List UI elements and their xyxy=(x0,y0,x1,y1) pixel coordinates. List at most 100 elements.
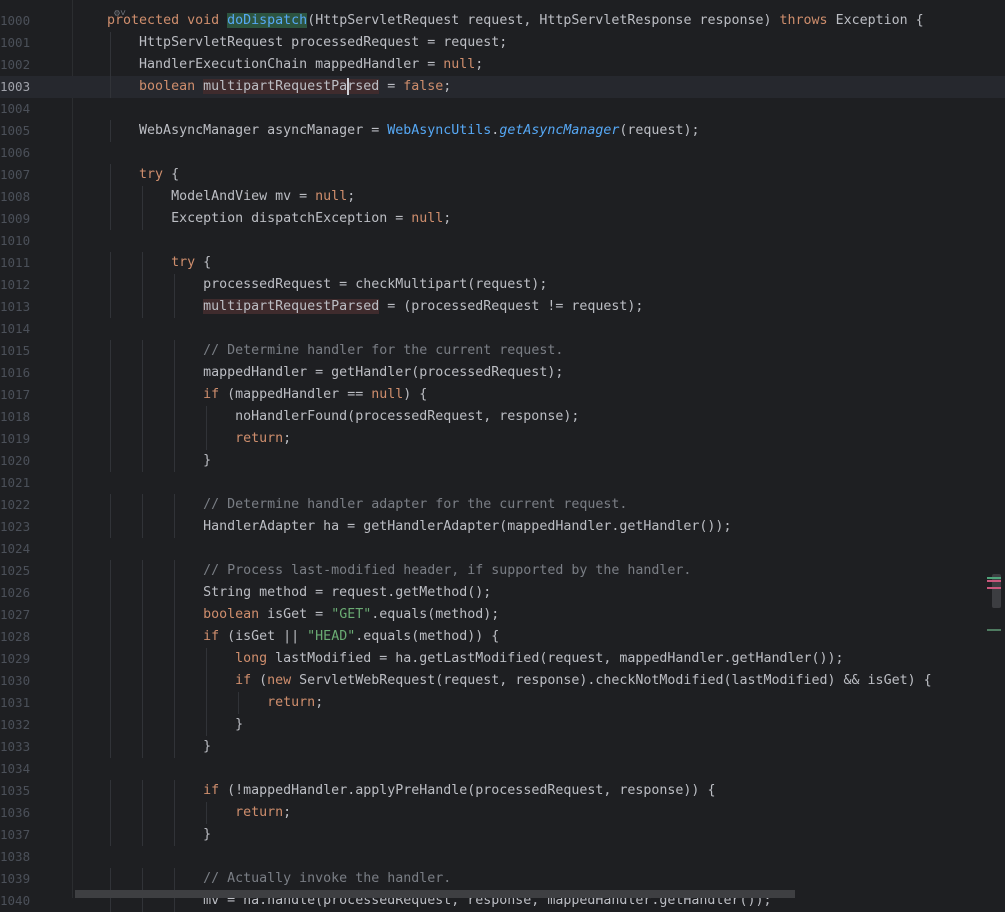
line-number[interactable]: 1010 xyxy=(0,230,40,252)
code-text[interactable]: } xyxy=(75,824,211,846)
code-line[interactable]: 1032 } xyxy=(0,714,1005,736)
code-text[interactable]: // Determine handler adapter for the cur… xyxy=(75,494,627,516)
code-text[interactable]: noHandlerFound(processedRequest, respons… xyxy=(75,406,579,428)
line-number[interactable]: 1028 xyxy=(0,626,40,648)
code-line[interactable]: 1014 xyxy=(0,318,1005,340)
line-number[interactable]: 1009 xyxy=(0,208,40,230)
code-text[interactable]: if (new ServletWebRequest(request, respo… xyxy=(75,670,932,692)
code-line[interactable]: 1039 // Actually invoke the handler. xyxy=(0,868,1005,890)
line-number[interactable]: 1006 xyxy=(0,142,40,164)
code-text[interactable]: return; xyxy=(75,692,323,714)
code-line[interactable]: 1023 HandlerAdapter ha = getHandlerAdapt… xyxy=(0,516,1005,538)
line-number[interactable]: 1007 xyxy=(0,164,40,186)
line-number[interactable]: 1016 xyxy=(0,362,40,384)
code-text[interactable]: // Actually invoke the handler. xyxy=(75,868,451,890)
line-number[interactable]: 1032 xyxy=(0,714,40,736)
code-line[interactable]: 1038 xyxy=(0,846,1005,868)
code-text[interactable]: WebAsyncManager asyncManager = WebAsyncU… xyxy=(75,120,699,142)
code-text[interactable]: multipartRequestParsed = (processedReque… xyxy=(75,296,643,318)
line-number[interactable]: 1000 xyxy=(0,10,40,32)
code-line[interactable]: 1003 boolean multipartRequestParsed = fa… xyxy=(0,76,1005,98)
code-line[interactable]: 1008 ModelAndView mv = null; xyxy=(0,186,1005,208)
code-line[interactable]: 1015 // Determine handler for the curren… xyxy=(0,340,1005,362)
line-number[interactable]: 1020 xyxy=(0,450,40,472)
code-line[interactable]: 1037 } xyxy=(0,824,1005,846)
scroll-marker-highlight[interactable] xyxy=(987,577,1001,579)
line-number[interactable]: 1018 xyxy=(0,406,40,428)
line-number[interactable]: 1034 xyxy=(0,758,40,780)
code-line[interactable]: 1021 xyxy=(0,472,1005,494)
code-line[interactable]: 1018 noHandlerFound(processedRequest, re… xyxy=(0,406,1005,428)
code-text[interactable]: protected void doDispatch(HttpServletReq… xyxy=(75,10,924,32)
line-number[interactable]: 1023 xyxy=(0,516,40,538)
code-text[interactable]: return; xyxy=(75,428,291,450)
horizontal-scrollbar[interactable] xyxy=(75,890,795,898)
line-number[interactable]: 1013 xyxy=(0,296,40,318)
code-line[interactable]: 1033 } xyxy=(0,736,1005,758)
line-number[interactable]: 1022 xyxy=(0,494,40,516)
code-line[interactable]: 1026 String method = request.getMethod()… xyxy=(0,582,1005,604)
code-line[interactable]: 1036 return; xyxy=(0,802,1005,824)
code-line[interactable]: 1034 xyxy=(0,758,1005,780)
line-number[interactable]: 1017 xyxy=(0,384,40,406)
line-number[interactable]: 1026 xyxy=(0,582,40,604)
code-line[interactable]: 1009 Exception dispatchException = null; xyxy=(0,208,1005,230)
line-number[interactable]: 1005 xyxy=(0,120,40,142)
code-line[interactable]: 1005 WebAsyncManager asyncManager = WebA… xyxy=(0,120,1005,142)
line-number[interactable]: 1014 xyxy=(0,318,40,340)
code-line[interactable]: 1025 // Process last-modified header, if… xyxy=(0,560,1005,582)
line-number[interactable]: 1021 xyxy=(0,472,40,494)
line-number[interactable]: 1031 xyxy=(0,692,40,714)
code-text[interactable]: } xyxy=(75,736,211,758)
code-line[interactable]: 1016 mappedHandler = getHandler(processe… xyxy=(0,362,1005,384)
code-line[interactable]: 1007 try { xyxy=(0,164,1005,186)
code-line[interactable]: 1019 return; xyxy=(0,428,1005,450)
line-number[interactable]: 1004 xyxy=(0,98,40,120)
code-line[interactable]: 1010 xyxy=(0,230,1005,252)
code-line[interactable]: 1035 if (!mappedHandler.applyPreHandle(p… xyxy=(0,780,1005,802)
code-text[interactable]: return; xyxy=(75,802,291,824)
code-line[interactable]: 1001 HttpServletRequest processedRequest… xyxy=(0,32,1005,54)
line-number[interactable]: 1027 xyxy=(0,604,40,626)
line-number[interactable]: 1033 xyxy=(0,736,40,758)
code-line[interactable]: 1029 long lastModified = ha.getLastModif… xyxy=(0,648,1005,670)
line-number[interactable]: 1008 xyxy=(0,186,40,208)
code-editor[interactable]: ⚙˅ 1000 protected void doDispatch(HttpSe… xyxy=(0,8,1005,912)
line-number[interactable]: 1002 xyxy=(0,54,40,76)
code-text[interactable]: long lastModified = ha.getLastModified(r… xyxy=(75,648,843,670)
code-line[interactable]: 1013 multipartRequestParsed = (processed… xyxy=(0,296,1005,318)
line-number[interactable]: 1037 xyxy=(0,824,40,846)
line-number[interactable]: 1003 xyxy=(0,76,40,98)
code-text[interactable]: processedRequest = checkMultipart(reques… xyxy=(75,274,547,296)
code-text[interactable]: ModelAndView mv = null; xyxy=(75,186,355,208)
line-number[interactable]: 1011 xyxy=(0,252,40,274)
code-text[interactable]: mappedHandler = getHandler(processedRequ… xyxy=(75,362,563,384)
code-text[interactable]: try { xyxy=(75,164,179,186)
line-number[interactable]: 1025 xyxy=(0,560,40,582)
code-text[interactable]: // Process last-modified header, if supp… xyxy=(75,560,691,582)
code-text[interactable]: // Determine handler for the current req… xyxy=(75,340,563,362)
code-line[interactable]: 1012 processedRequest = checkMultipart(r… xyxy=(0,274,1005,296)
code-line[interactable]: 1027 boolean isGet = "GET".equals(method… xyxy=(0,604,1005,626)
code-text[interactable]: if (isGet || "HEAD".equals(method)) { xyxy=(75,626,499,648)
code-text[interactable]: } xyxy=(75,450,211,472)
code-line[interactable]: 1002 HandlerExecutionChain mappedHandler… xyxy=(0,54,1005,76)
code-line[interactable]: 1028 if (isGet || "HEAD".equals(method))… xyxy=(0,626,1005,648)
code-line[interactable]: 1030 if (new ServletWebRequest(request, … xyxy=(0,670,1005,692)
code-text[interactable]: try { xyxy=(75,252,211,274)
code-text[interactable]: boolean isGet = "GET".equals(method); xyxy=(75,604,499,626)
code-line[interactable]: 1024 xyxy=(0,538,1005,560)
line-number[interactable]: 1029 xyxy=(0,648,40,670)
line-number[interactable]: 1036 xyxy=(0,802,40,824)
code-line[interactable]: 1006 xyxy=(0,142,1005,164)
line-number[interactable]: 1019 xyxy=(0,428,40,450)
line-number[interactable]: 1030 xyxy=(0,670,40,692)
code-text[interactable]: HandlerAdapter ha = getHandlerAdapter(ma… xyxy=(75,516,731,538)
code-line[interactable]: 1004 xyxy=(0,98,1005,120)
code-text[interactable]: if (!mappedHandler.applyPreHandle(proces… xyxy=(75,780,715,802)
code-line[interactable]: 1022 // Determine handler adapter for th… xyxy=(0,494,1005,516)
line-number[interactable]: 1035 xyxy=(0,780,40,802)
code-text[interactable]: String method = request.getMethod(); xyxy=(75,582,491,604)
code-line[interactable]: 1000 protected void doDispatch(HttpServl… xyxy=(0,10,1005,32)
line-number[interactable]: 1001 xyxy=(0,32,40,54)
